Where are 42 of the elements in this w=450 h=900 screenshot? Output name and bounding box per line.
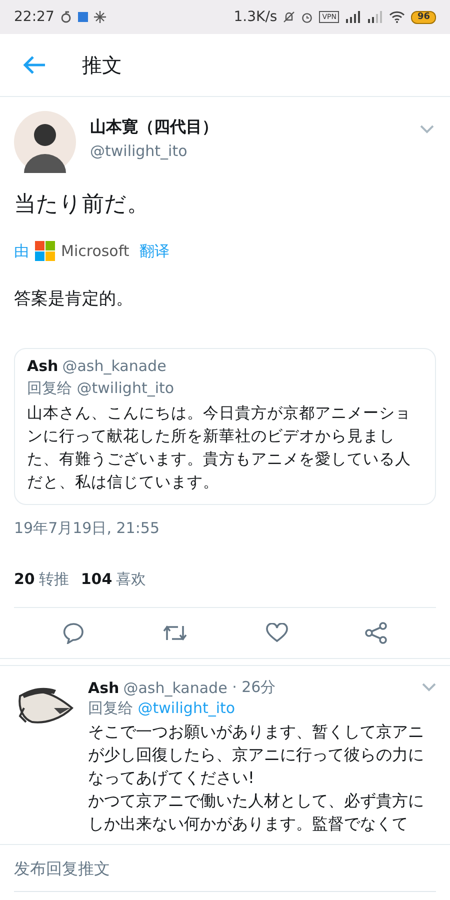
reply-to-label: 回复给 (88, 699, 133, 717)
reply-to-line: 回复给 @twilight_ito (27, 379, 176, 398)
quote-text: 山本さん、こんにちは。今日貴方が京都アニメーションに行って献花した所を新華社のビデオから見ました、有難うございます。貴方もアニメを愛している人だと、私は信じています。 (27, 403, 412, 493)
reply-input-field[interactable]: 发布回复推文 (14, 845, 436, 892)
page-title: 推文 (82, 52, 122, 78)
mention-link[interactable]: @twilight_ito (138, 699, 236, 717)
stat-count: 20 (14, 570, 35, 588)
user-handle: @ash_kanade (123, 678, 228, 696)
network-speed: 1.3K/s (234, 9, 278, 25)
user-name: 山本寛（四代目） (90, 117, 219, 138)
stat-label[interactable]: 转推 (38, 570, 69, 588)
stat-label[interactable]: 喜欢 (116, 570, 146, 588)
retweet-icon[interactable] (162, 623, 188, 643)
wifi-icon (389, 11, 406, 23)
signal-icon (345, 11, 362, 23)
user-name: Ash (88, 678, 120, 696)
brand-name: Microsoft (61, 242, 130, 260)
back-arrow-icon[interactable] (22, 55, 46, 75)
quoted-tweet[interactable]: Ash @ash_kanade 回复给 @twilight_ito 山本さん、こんにちは。今日貴方が京都アニメーションに行って献花した所を新華社のビデオから見ました、有難うございます。貴方もアニメを愛している人だと、私は信じています。 (14, 348, 436, 505)
translated-text: 答案是肯定的。 (14, 288, 134, 310)
sparkle-icon (94, 11, 106, 23)
app-icon (78, 12, 88, 22)
alarm-icon (301, 11, 314, 23)
heart-icon[interactable] (266, 623, 288, 643)
avatar[interactable] (14, 111, 76, 173)
tweet-text: 当たり前だ。 (14, 191, 150, 219)
signal-icon (367, 11, 384, 23)
translate-link[interactable]: 翻译 (139, 242, 170, 260)
stat-count: 104 (80, 570, 112, 588)
quote-user-name: Ash (27, 357, 58, 375)
reply-text: そこで一つお願いがあります、暂くして京アニが少し回復したら、京アニに行って彼らの力になってあげてください! かつて京アニで働いた人材として、必ず貴方にしか出来ない何かがあります。監督でなくて (88, 721, 425, 835)
post-time: · 26分 (232, 678, 276, 697)
clock-time: 22:27 (14, 9, 54, 25)
user-handle: @twilight_ito (90, 142, 188, 160)
battery-level: 96 (411, 10, 436, 24)
translate-prefix: 由 (14, 242, 29, 260)
microsoft-logo-icon (35, 241, 55, 261)
share-icon[interactable] (365, 622, 388, 644)
timestamp: 19年7月19日, 21:55 (14, 519, 160, 538)
quote-user-handle: @ash_kanade (62, 357, 166, 375)
bell-off-icon (283, 11, 296, 23)
reply-icon[interactable] (62, 622, 85, 644)
